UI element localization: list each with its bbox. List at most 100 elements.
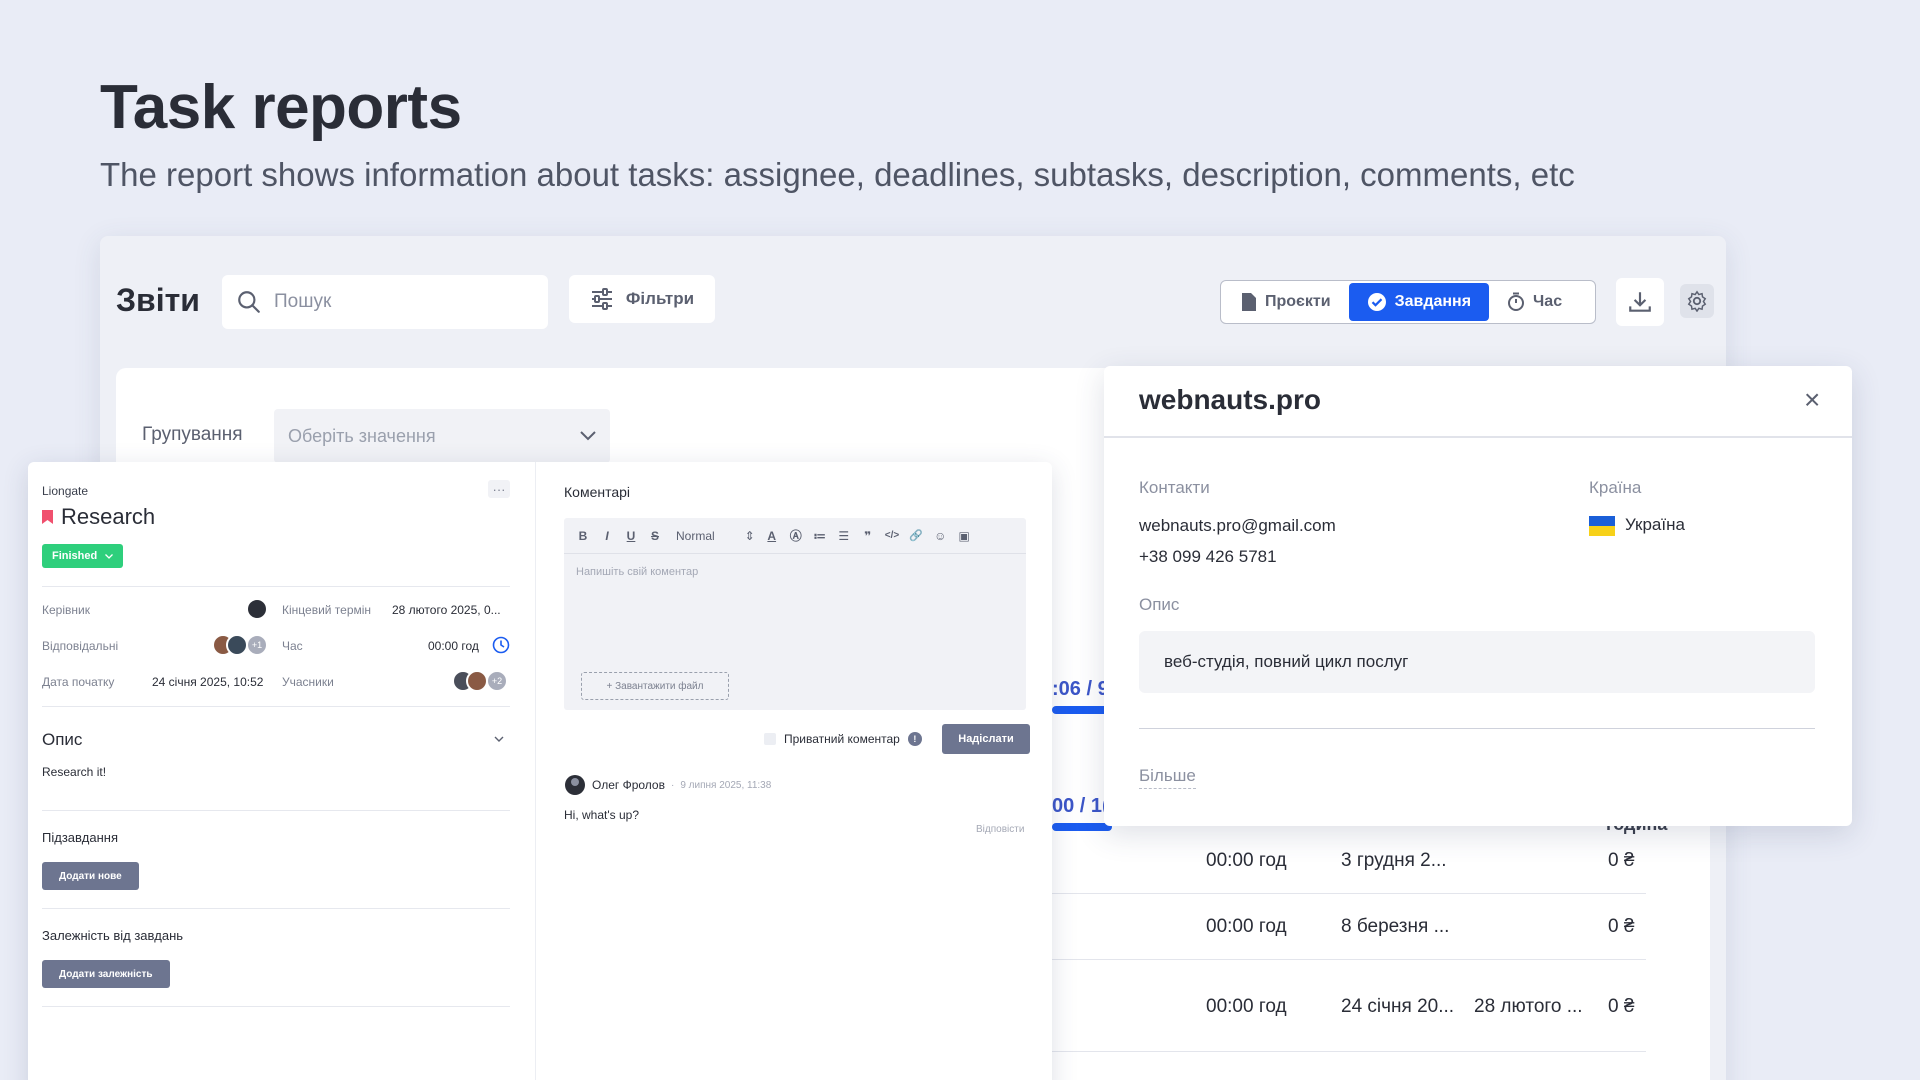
divider xyxy=(42,586,510,587)
add-subtask-button[interactable]: Додати нове xyxy=(42,862,139,890)
deadline-label: Кінцевий термін xyxy=(282,603,372,617)
description-title: Опис xyxy=(42,730,83,749)
sliders-icon xyxy=(591,288,612,310)
upload-file-button[interactable]: + Завантажити файл xyxy=(581,672,729,700)
send-button[interactable]: Надіслати xyxy=(942,724,1030,754)
deadline-value[interactable]: 28 лютого 2025, 0... xyxy=(392,603,501,617)
contacts-label: Контакти xyxy=(1139,478,1210,497)
tab-tasks[interactable]: Завдання xyxy=(1348,283,1490,321)
task-project[interactable]: Liongate xyxy=(42,484,88,498)
company-phone[interactable]: +38 099 426 5781 xyxy=(1139,547,1277,567)
private-comment-label: Приватний коментар xyxy=(784,732,900,746)
editor-toolbar: B I U S Normal ⇕ A Ⓐ ≔ ☰ ❞ </> 🔗 ☺ ▣ xyxy=(564,518,1026,554)
close-icon[interactable]: × xyxy=(1804,384,1820,416)
emoji-icon[interactable]: ☺ xyxy=(933,529,947,543)
row-date-end: 28 лютого ... xyxy=(1474,996,1583,1017)
grouping-select[interactable]: Оберіть значення xyxy=(274,409,610,463)
more-link[interactable]: Більше xyxy=(1139,766,1196,789)
comment-text: Hi, what's up? xyxy=(564,808,639,822)
progress-text: :06 / 9 xyxy=(1052,678,1109,700)
clock-icon[interactable] xyxy=(492,636,510,654)
filters-button[interactable]: Фільтри xyxy=(569,275,715,323)
chevron-down-icon[interactable] xyxy=(494,736,504,742)
members-more-badge[interactable]: +2 xyxy=(486,670,508,692)
app-title: Звіти xyxy=(116,282,200,318)
bullet-list-icon[interactable]: ☰ xyxy=(837,529,851,543)
company-description: веб-студія, повний цикл послуг xyxy=(1139,631,1815,693)
document-icon xyxy=(1242,293,1256,311)
status-badge[interactable]: Finished xyxy=(42,544,124,568)
assignees-label: Відповідальні xyxy=(42,639,119,653)
ordered-list-icon[interactable]: ≔ xyxy=(813,529,827,543)
company-email[interactable]: webnauts.pro@gmail.com xyxy=(1139,516,1336,536)
chevron-down-icon xyxy=(580,431,596,441)
underline-button[interactable]: U xyxy=(624,529,638,543)
tab-time-label: Час xyxy=(1533,293,1563,310)
task-info-column: Liongate ··· Research Finished Керівник … xyxy=(28,462,536,1080)
quote-icon[interactable]: ❞ xyxy=(861,529,875,543)
country-name: Україна xyxy=(1625,515,1685,534)
image-icon[interactable]: ▣ xyxy=(957,529,971,543)
comment-placeholder[interactable]: Напишіть свій коментар xyxy=(576,566,698,578)
add-dependency-button[interactable]: Додати залежність xyxy=(42,960,170,988)
bookmark-icon xyxy=(42,510,53,524)
dependencies-title: Залежність від завдань xyxy=(42,928,184,943)
country-value: Україна xyxy=(1589,515,1685,536)
grouping-placeholder: Оберіть значення xyxy=(288,425,436,446)
highlight-icon[interactable]: Ⓐ xyxy=(789,527,803,544)
manager-label: Керівник xyxy=(42,603,90,617)
filters-label: Фільтри xyxy=(625,289,695,308)
members-label: Учасники xyxy=(282,675,334,689)
time-value: 00:00 год xyxy=(428,639,479,653)
search-input[interactable] xyxy=(274,291,534,313)
progress-bar xyxy=(1052,706,1112,714)
sort-icon[interactable]: ⇕ xyxy=(745,529,755,543)
stopwatch-icon xyxy=(1508,292,1525,311)
description-text: Research it! xyxy=(42,765,107,779)
search-icon xyxy=(238,291,260,313)
grouping-label: Групування xyxy=(142,424,243,445)
tab-time[interactable]: Час xyxy=(1489,283,1580,321)
info-icon[interactable]: ! xyxy=(907,732,922,746)
search-box[interactable] xyxy=(222,275,548,329)
task-title: Research xyxy=(42,504,155,530)
divider xyxy=(42,810,510,811)
tab-projects[interactable]: Проєкти xyxy=(1223,283,1349,321)
code-icon[interactable]: </> xyxy=(885,530,899,541)
start-date-label: Дата початку xyxy=(42,675,115,689)
row-time: 00:00 год xyxy=(1206,850,1287,871)
start-date-value[interactable]: 24 січня 2025, 10:52 xyxy=(152,675,263,689)
gear-icon xyxy=(1687,290,1707,312)
private-comment-toggle[interactable]: Приватний коментар ! xyxy=(764,732,922,746)
download-button[interactable] xyxy=(1616,278,1664,326)
text-color-icon[interactable]: A xyxy=(765,529,779,543)
divider xyxy=(42,908,510,909)
link-icon[interactable]: 🔗 xyxy=(909,529,923,542)
avatar[interactable] xyxy=(246,598,268,620)
row-amount: 0 ₴ xyxy=(1608,850,1635,871)
avatar[interactable] xyxy=(466,670,488,692)
task-detail-card: Liongate ··· Research Finished Керівник … xyxy=(28,462,1052,1080)
strike-button[interactable]: S xyxy=(648,529,662,543)
settings-button[interactable] xyxy=(1680,284,1714,318)
tab-projects-label: Проєкти xyxy=(1265,293,1331,310)
time-label: Час xyxy=(282,639,303,653)
status-label: Finished xyxy=(52,550,98,562)
bold-button[interactable]: B xyxy=(576,529,590,543)
comments-title: Коментарі xyxy=(564,484,631,500)
report-type-switch: Проєкти Завдання Час xyxy=(1220,280,1596,324)
assignees-more-badge[interactable]: +1 xyxy=(246,634,268,656)
avatar[interactable] xyxy=(564,774,586,796)
subtasks-title: Підзавдання xyxy=(42,830,118,845)
text-style-select[interactable]: Normal xyxy=(676,529,715,543)
comment-editor[interactable]: B I U S Normal ⇕ A Ⓐ ≔ ☰ ❞ </> 🔗 ☺ ▣ Нап… xyxy=(564,518,1026,710)
row-date: 24 січня 20... xyxy=(1341,996,1455,1017)
reply-link[interactable]: Відповісти xyxy=(976,824,1024,835)
avatar[interactable] xyxy=(226,634,248,656)
hero-subtitle: The report shows information about tasks… xyxy=(100,156,1575,193)
more-options-button[interactable]: ··· xyxy=(488,480,510,498)
italic-button[interactable]: I xyxy=(600,529,614,543)
private-checkbox[interactable] xyxy=(764,733,776,745)
comment-author[interactable]: Олег Фролов xyxy=(592,778,665,792)
divider xyxy=(1139,728,1815,729)
